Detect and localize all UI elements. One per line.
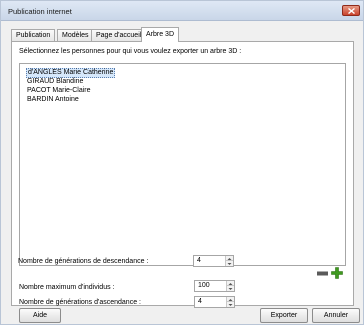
max-individuals-label: Nombre maximum d'individus : <box>19 284 115 291</box>
tab-modeles[interactable]: Modèles <box>57 29 94 41</box>
list-item[interactable]: BARDIN Antoine <box>27 95 79 105</box>
close-icon <box>348 8 355 14</box>
max-individuals-stepper[interactable]: 100 <box>194 280 235 292</box>
arbre-3d-panel: Sélectionnez les personnes pour qui vous… <box>11 41 354 308</box>
ascendance-label: Nombre de générations d'ascendance : <box>19 299 141 306</box>
publication-dialog: Publication internet Publication Modèles… <box>0 0 364 325</box>
tab-page-accueil[interactable]: Page d'accueil <box>91 29 147 41</box>
descendance-label: Nombre de générations de descendance : <box>18 258 149 265</box>
remove-person-button[interactable] <box>317 271 328 276</box>
arrow-down-icon <box>227 263 232 265</box>
plus-icon <box>331 267 343 279</box>
max-individuals-value: 100 <box>198 282 210 289</box>
descendance-stepper[interactable]: 4 <box>193 255 234 267</box>
ascendance-stepper[interactable]: 4 <box>194 296 235 308</box>
add-person-button[interactable] <box>331 267 343 279</box>
stepper-down-button[interactable] <box>226 261 233 266</box>
stepper-down-button[interactable] <box>227 286 234 291</box>
persons-list[interactable]: d'ANGLES Marie Catherine GIRAUD Blandine… <box>19 63 346 266</box>
window-title: Publication internet <box>8 7 72 16</box>
arrow-down-icon <box>228 304 233 306</box>
stepper-down-button[interactable] <box>227 302 234 307</box>
title-bar: Publication internet <box>1 1 363 21</box>
help-button[interactable]: Aide <box>19 308 61 323</box>
tab-arbre-3d[interactable]: Arbre 3D <box>141 27 180 42</box>
export-button[interactable]: Exporter <box>260 308 308 323</box>
descendance-value: 4 <box>197 257 201 264</box>
instruction-text: Sélectionnez les personnes pour qui vous… <box>19 48 242 55</box>
minus-icon <box>317 271 328 276</box>
cancel-button[interactable]: Annuler <box>312 308 360 323</box>
ascendance-value: 4 <box>198 298 202 305</box>
tab-publication[interactable]: Publication <box>11 29 56 41</box>
arrow-down-icon <box>228 288 233 290</box>
close-button[interactable] <box>342 5 360 16</box>
